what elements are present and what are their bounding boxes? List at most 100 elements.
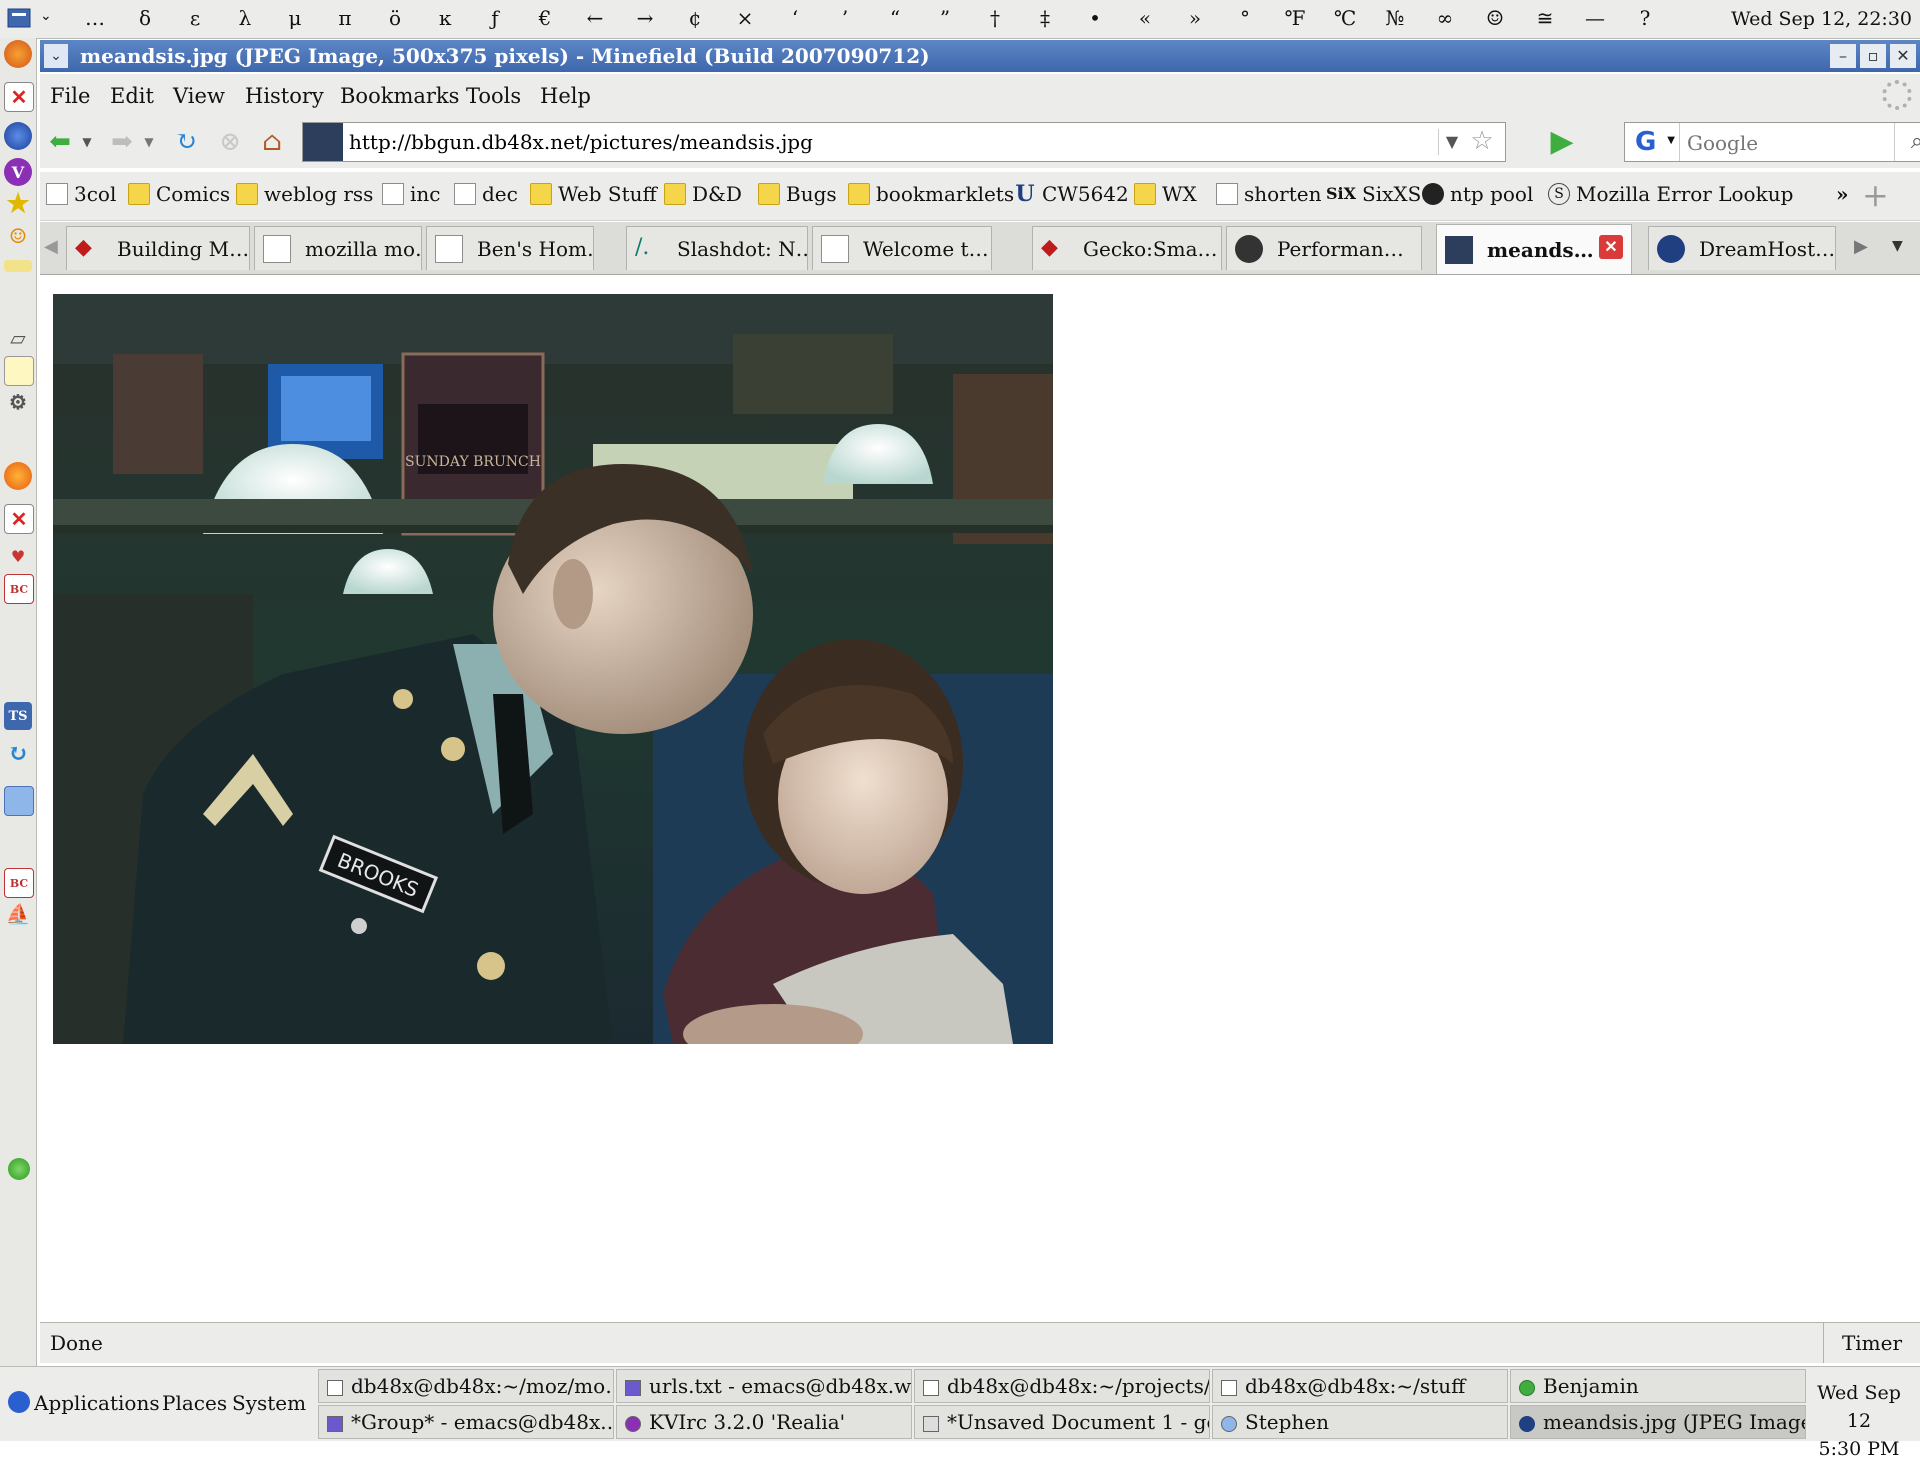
kvirc-launcher-icon[interactable]: V [4, 158, 32, 186]
taskbar-item[interactable]: urls.txt - emacs@db48x.wa… [616, 1369, 912, 1403]
network-launcher-icon[interactable]: ⚙ [4, 388, 32, 416]
char-button[interactable]: λ [220, 6, 270, 30]
bookmark-item[interactable]: ntp pool [1422, 182, 1533, 206]
taskbar-item[interactable]: db48x@db48x:~/moz/mo… [318, 1369, 614, 1403]
char-button[interactable]: ƒ [470, 6, 520, 30]
char-button[interactable]: ← [570, 6, 620, 30]
star-launcher-icon[interactable]: ★ [4, 189, 32, 219]
bookmark-item[interactable]: shorten [1216, 182, 1322, 206]
taskbar-item[interactable]: Stephen [1212, 1405, 1508, 1439]
notes-launcher-icon[interactable] [4, 356, 34, 386]
bc-launcher-icon[interactable]: BC [4, 574, 34, 604]
bookmark-folder[interactable]: weblog rss [236, 182, 373, 206]
tab[interactable]: ◆ Building M… [66, 226, 250, 270]
taskbar-item-active[interactable]: meandsis.jpg (JPEG Image,… [1510, 1405, 1806, 1439]
menu-edit[interactable]: Edit [110, 84, 154, 108]
url-history-dropdown[interactable]: ▼ [1438, 129, 1465, 155]
character-palette-icon[interactable] [6, 6, 34, 32]
window-title-bar[interactable]: ⌄ meandsis.jpg (JPEG Image, 500x375 pixe… [40, 40, 1920, 72]
taskbar-item[interactable]: KVIrc 3.2.0 'Realia' [616, 1405, 912, 1439]
panel-clock[interactable]: Wed Sep 12 5:30 PM [1804, 1379, 1914, 1463]
char-button[interactable]: π [320, 6, 370, 30]
forward-button[interactable]: ➡ [106, 126, 138, 158]
menu-history[interactable]: History [245, 84, 324, 108]
chevron-down-icon[interactable]: ⌄ [40, 8, 52, 24]
char-button[interactable]: № [1370, 6, 1420, 30]
bookmark-item[interactable]: U CW5642 [1014, 182, 1128, 206]
bookmark-item[interactable]: SiX SixXS [1326, 182, 1421, 206]
ubuntu-launcher-icon[interactable] [4, 462, 32, 490]
char-button[interactable]: ∞ [1420, 6, 1470, 30]
char-button[interactable]: δ [120, 6, 170, 30]
gaim-launcher-icon[interactable]: ☺ [4, 222, 32, 250]
scroll-tabs-right-icon[interactable]: ▶ [1854, 236, 1868, 257]
refresh-launcher-icon[interactable]: ↻ [4, 738, 32, 767]
add-plus-icon[interactable]: + [1862, 176, 1889, 214]
char-button[interactable]: ĸ [420, 6, 470, 30]
forward-history-dropdown[interactable]: ▼ [140, 126, 158, 158]
tab[interactable]: /. Slashdot: N… [626, 226, 808, 270]
char-button[interactable]: μ [270, 6, 320, 30]
eraser-launcher-icon[interactable]: ▱ [4, 324, 32, 352]
char-button[interactable]: ☺ [1470, 6, 1520, 30]
bookmark-folder[interactable]: WX [1134, 182, 1197, 206]
char-button[interactable]: ≅ [1520, 6, 1570, 30]
char-button[interactable]: € [520, 6, 570, 30]
tab[interactable]: Welcome t… [812, 226, 992, 270]
char-button[interactable]: ” [920, 6, 970, 30]
char-button[interactable]: ° [1220, 6, 1270, 30]
char-button[interactable]: » [1170, 6, 1220, 30]
menu-places[interactable]: Places [162, 1391, 227, 1415]
all-tabs-dropdown-icon[interactable]: ▼ [1892, 238, 1903, 254]
close-launcher-icon[interactable]: ✕ [4, 504, 34, 534]
char-button[interactable]: — [1570, 6, 1620, 30]
char-button[interactable]: « [1120, 6, 1170, 30]
close-launcher-icon[interactable]: ✕ [4, 82, 34, 112]
menu-tools[interactable]: Tools [466, 84, 521, 108]
close-tab-icon[interactable]: ✕ [1599, 235, 1623, 259]
timer-panel[interactable]: Timer [1823, 1323, 1920, 1363]
bookmarks-overflow-chevron[interactable]: » [1836, 182, 1849, 206]
scroll-tabs-left-icon[interactable]: ◀ [44, 236, 58, 257]
reload-button[interactable]: ↻ [170, 126, 202, 158]
menu-applications[interactable]: Applications [34, 1391, 160, 1415]
taskbar-item[interactable]: db48x@db48x:~/projects/… [914, 1369, 1210, 1403]
url-bar[interactable]: ▼ ☆ [302, 122, 1506, 162]
bookmark-item[interactable]: 3col [46, 182, 116, 206]
home-button[interactable]: ⌂ [256, 126, 288, 158]
display-launcher-icon[interactable] [4, 786, 34, 816]
char-button[interactable]: ℉ [1270, 6, 1320, 30]
tab[interactable]: mozilla mo… [254, 226, 422, 270]
status-launcher-icon[interactable] [8, 1158, 30, 1180]
char-button[interactable]: ‘ [770, 6, 820, 30]
search-bar[interactable]: G▼ ⌕ [1624, 122, 1920, 162]
menu-system[interactable]: System [232, 1391, 306, 1415]
bookmark-folder[interactable]: bookmarklets [848, 182, 1014, 206]
firefox-launcher-icon[interactable] [4, 40, 32, 68]
bookmark-star-icon[interactable]: ☆ [1467, 125, 1497, 157]
search-input[interactable] [1685, 127, 1879, 159]
top-clock[interactable]: Wed Sep 12, 22:30 [1731, 8, 1912, 30]
char-button[interactable]: ¢ [670, 6, 720, 30]
bc-launcher-icon[interactable]: BC [4, 868, 34, 898]
back-history-dropdown[interactable]: ▼ [78, 126, 96, 158]
minimize-button[interactable]: – [1830, 44, 1856, 68]
bookmark-folder[interactable]: D&D [664, 182, 742, 206]
maximize-button[interactable]: ▫ [1860, 44, 1886, 68]
bookmark-folder[interactable]: Web Stuff [530, 182, 657, 206]
search-magnifier-icon[interactable]: ⌕ [1894, 123, 1920, 161]
char-button[interactable]: ‡ [1020, 6, 1070, 30]
search-engine-selector[interactable]: G ▼ [1625, 123, 1680, 161]
displayed-photo[interactable]: SUNDAY BRUNCH BROOKS [53, 294, 1053, 1044]
tab[interactable]: ◆ Gecko:Sma… [1032, 226, 1222, 270]
url-input[interactable] [347, 125, 1451, 159]
char-button[interactable]: ? [1620, 6, 1670, 30]
char-button[interactable]: † [970, 6, 1020, 30]
taskbar-item[interactable]: Benjamin [1510, 1369, 1806, 1403]
taskbar-item[interactable]: *Unsaved Document 1 - gedit [914, 1405, 1210, 1439]
bookmark-item[interactable]: S Mozilla Error Lookup [1548, 182, 1793, 206]
sailboat-launcher-icon[interactable]: ⛵ [4, 900, 32, 928]
thunderbird-launcher-icon[interactable] [4, 122, 32, 150]
back-button[interactable]: ⬅ [44, 126, 76, 158]
tab[interactable]: Performan… [1226, 226, 1422, 270]
